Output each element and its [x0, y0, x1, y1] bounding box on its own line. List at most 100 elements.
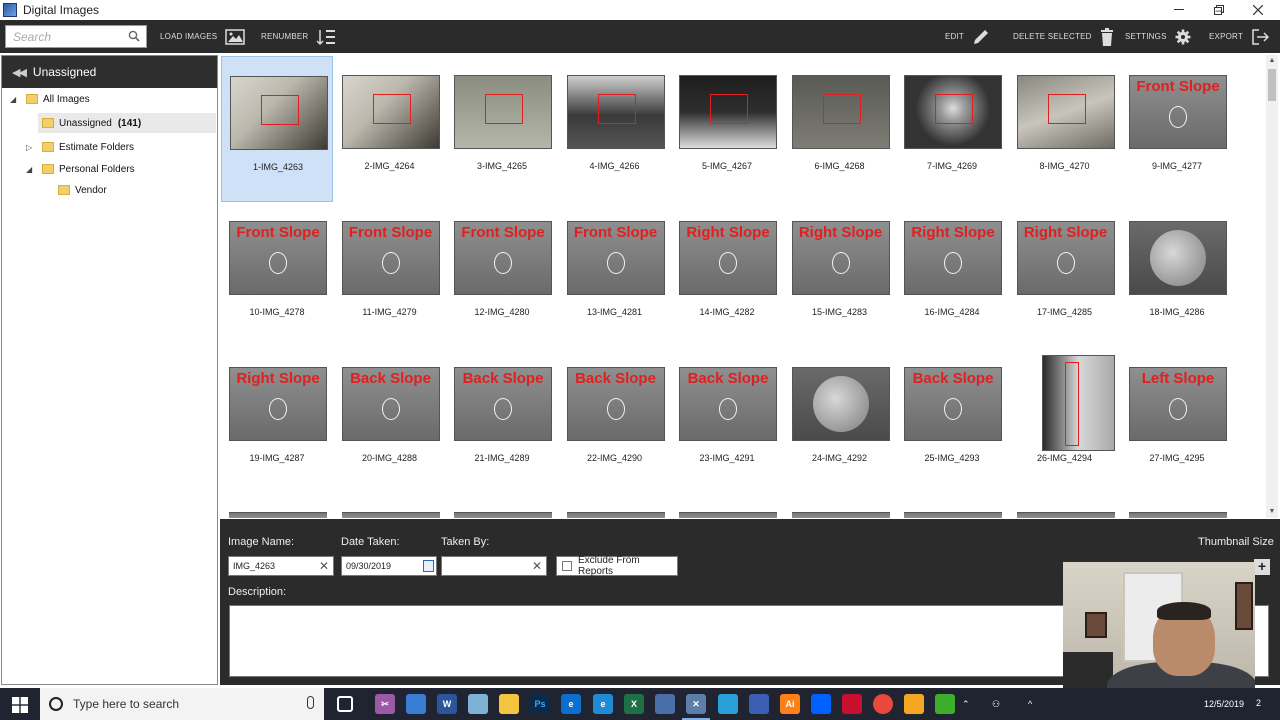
- thumbnail-partial[interactable]: [229, 512, 327, 518]
- thumbnail-image[interactable]: Front Slope: [566, 221, 665, 295]
- clear-image-name-icon[interactable]: ✕: [319, 557, 329, 575]
- microphone-icon[interactable]: [307, 696, 314, 709]
- thumbnail-item[interactable]: Right Slope 15-IMG_4283: [784, 202, 896, 348]
- load-images-button[interactable]: LOAD IMAGES: [160, 20, 246, 53]
- thumbnail-partial[interactable]: [454, 512, 552, 518]
- thumbnail-item[interactable]: 24-IMG_4292: [784, 348, 896, 494]
- thumbnail-item[interactable]: 2-IMG_4264: [334, 56, 446, 202]
- clock-date[interactable]: 12/5/2019: [1204, 699, 1244, 709]
- thumbnail-image[interactable]: Right Slope: [679, 221, 777, 295]
- delete-selected-button[interactable]: DELETE SELECTED: [1013, 20, 1114, 53]
- thumbnail-image[interactable]: Front Slope: [1129, 75, 1227, 149]
- collapsed-triangle-icon[interactable]: ▷: [26, 143, 36, 152]
- thumbnail-image[interactable]: [904, 75, 1002, 149]
- thumbnail-item[interactable]: Back Slope 23-IMG_4291: [671, 348, 783, 494]
- renumber-button[interactable]: RENUMBER: [261, 20, 336, 53]
- thumbnail-item[interactable]: 1-IMG_4263: [221, 56, 333, 202]
- thumbnail-image[interactable]: Back Slope: [566, 367, 665, 441]
- clear-taken-by-icon[interactable]: ✕: [532, 557, 542, 575]
- thumbnail-item[interactable]: Front Slope 9-IMG_4277: [1121, 56, 1233, 202]
- thumbnail-partial[interactable]: [1016, 512, 1115, 518]
- thumbnail-image[interactable]: [566, 75, 665, 149]
- minimize-icon[interactable]: [1159, 0, 1199, 20]
- thumbnail-item[interactable]: Back Slope 21-IMG_4289: [446, 348, 558, 494]
- scroll-down-icon[interactable]: ▼: [1266, 506, 1278, 518]
- thumbnail-image[interactable]: Right Slope: [904, 221, 1002, 295]
- increase-thumbnail-size-button[interactable]: +: [1254, 559, 1270, 575]
- thumbnail-item[interactable]: 7-IMG_4269: [896, 56, 1008, 202]
- thumbnail-image[interactable]: [679, 75, 777, 149]
- thumbnail-item[interactable]: Front Slope 10-IMG_4278: [221, 202, 333, 348]
- image-name-field[interactable]: IMG_4263 ✕: [228, 556, 334, 576]
- thumbnail-item[interactable]: Front Slope 11-IMG_4279: [334, 202, 446, 348]
- date-taken-field[interactable]: 09/30/2019: [341, 556, 437, 576]
- expanded-triangle-icon[interactable]: ◢: [26, 165, 36, 174]
- thumbnail-item[interactable]: Back Slope 22-IMG_4290: [559, 348, 671, 494]
- thumbnail-item[interactable]: Right Slope 16-IMG_4284: [896, 202, 1008, 348]
- thumbnail-item[interactable]: Back Slope 20-IMG_4288: [334, 348, 446, 494]
- edge-icon[interactable]: e: [561, 694, 581, 714]
- tree-item-all-images[interactable]: ◢ All Images: [10, 89, 90, 109]
- photoshop-icon[interactable]: Ps: [530, 694, 550, 714]
- thumbnail-item[interactable]: 4-IMG_4266: [559, 56, 671, 202]
- scrollbar-thumb[interactable]: [1268, 69, 1276, 101]
- settings-button[interactable]: SETTINGS: [1125, 20, 1191, 53]
- tray-chevron-icon[interactable]: ⌃: [962, 688, 970, 720]
- tree-item-personal-folders[interactable]: ◢ Personal Folders: [26, 159, 135, 179]
- thumbnail-image[interactable]: [230, 76, 328, 150]
- app-pinned-icon[interactable]: [406, 694, 426, 714]
- thumbnail-partial[interactable]: [679, 512, 777, 518]
- restore-icon[interactable]: [1199, 0, 1239, 20]
- search-input[interactable]: Search: [13, 30, 51, 44]
- thumbnail-image[interactable]: Back Slope: [679, 367, 777, 441]
- edit-button[interactable]: EDIT: [945, 20, 990, 53]
- thumbnail-item[interactable]: 8-IMG_4270: [1009, 56, 1121, 202]
- thumbnail-item[interactable]: 3-IMG_4265: [446, 56, 558, 202]
- thumbnail-item[interactable]: Front Slope 12-IMG_4280: [446, 202, 558, 348]
- cortana-icon[interactable]: [49, 697, 63, 711]
- app-pinned-icon[interactable]: [718, 694, 738, 714]
- scroll-up-icon[interactable]: ▲: [1266, 55, 1278, 67]
- collapse-panel-icon[interactable]: ◀◀: [12, 66, 27, 79]
- dropbox-icon[interactable]: [811, 694, 831, 714]
- internet-explorer-icon[interactable]: e: [593, 694, 613, 714]
- tree-item-estimate-folders[interactable]: ▷ Estimate Folders: [26, 137, 134, 157]
- taskbar-search-input[interactable]: Type here to search: [73, 697, 179, 711]
- thumbnail-partial[interactable]: [1129, 512, 1227, 518]
- thumbnail-item[interactable]: Right Slope 17-IMG_4285: [1009, 202, 1121, 348]
- chrome-icon[interactable]: [873, 694, 893, 714]
- thumbnail-item[interactable]: 6-IMG_4268: [784, 56, 896, 202]
- thumbnail-image[interactable]: Back Slope: [904, 367, 1002, 441]
- thumbnail-item[interactable]: Back Slope 25-IMG_4293: [896, 348, 1008, 494]
- search-box[interactable]: Search: [5, 25, 147, 48]
- thumbnail-image[interactable]: [791, 75, 890, 149]
- thumbnail-image[interactable]: [454, 75, 552, 149]
- taskbar-search[interactable]: Type here to search: [40, 688, 324, 720]
- tree-item-unassigned[interactable]: Unassigned (141): [38, 113, 216, 133]
- search-icon[interactable]: [128, 30, 140, 42]
- acrobat-icon[interactable]: [842, 694, 862, 714]
- export-button[interactable]: EXPORT: [1209, 20, 1269, 53]
- tree-item-vendor[interactable]: Vendor: [58, 180, 107, 200]
- thumbnail-item[interactable]: Right Slope 14-IMG_4282: [671, 202, 783, 348]
- thumbnail-item[interactable]: Left Slope 27-IMG_4295: [1121, 348, 1233, 494]
- illustrator-icon[interactable]: Ai: [780, 694, 800, 714]
- sync-icon[interactable]: [935, 694, 955, 714]
- thumbnail-partial[interactable]: [566, 512, 665, 518]
- thumbnail-image[interactable]: Right Slope: [229, 367, 327, 441]
- thumbnail-partial[interactable]: [904, 512, 1002, 518]
- windows-start-icon[interactable]: [12, 697, 28, 713]
- app-window-icon[interactable]: [655, 694, 675, 714]
- pen-app-icon[interactable]: [468, 694, 488, 714]
- checkbox-icon[interactable]: [562, 561, 572, 571]
- thumbnail-image[interactable]: Front Slope: [229, 221, 327, 295]
- thumbnail-item[interactable]: Right Slope 19-IMG_4287: [221, 348, 333, 494]
- thumbnail-image[interactable]: [1129, 221, 1227, 295]
- expanded-triangle-icon[interactable]: ◢: [10, 95, 20, 104]
- thumbnail-item[interactable]: 26-IMG_4294: [1009, 348, 1121, 494]
- thumbnail-image[interactable]: [341, 75, 440, 149]
- people-icon[interactable]: ⚇: [992, 688, 1000, 720]
- thumbnail-image[interactable]: Back Slope: [341, 367, 440, 441]
- file-explorer-icon[interactable]: [499, 694, 519, 714]
- app-pinned-icon[interactable]: [904, 694, 924, 714]
